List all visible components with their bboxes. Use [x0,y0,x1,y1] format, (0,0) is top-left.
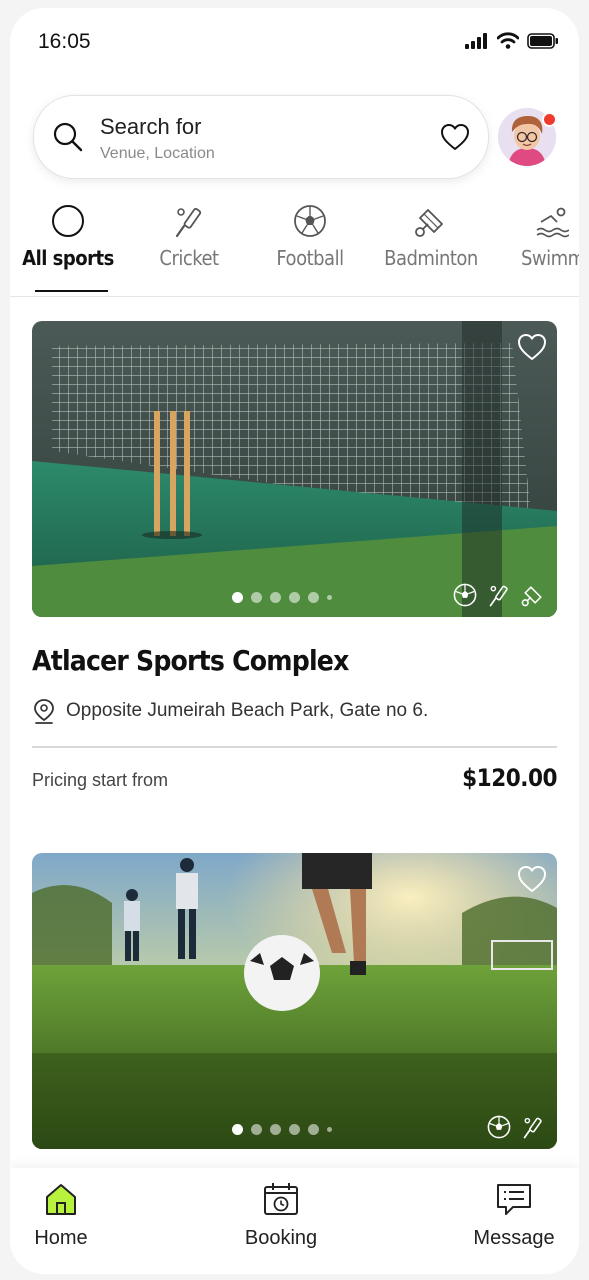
status-time: 16:05 [38,30,91,53]
divider [32,746,557,748]
active-tab-underline [35,290,108,292]
sport-category-tabs: All sports Cricket Football Badminton Sw… [10,196,579,297]
carousel-dots [232,592,332,603]
bottom-nav: Home Booking Message [10,1168,579,1274]
carousel-dots [232,1124,332,1135]
carousel-dot[interactable] [327,1127,332,1132]
carousel-dot[interactable] [308,1124,319,1135]
venue-address: Opposite Jumeirah Beach Park, Gate no 6. [32,698,428,724]
tab-swimming[interactable]: Swimmin [497,196,579,296]
cricket-bat-icon [523,1117,542,1139]
favorite-heart-icon[interactable] [517,865,547,893]
swimming-icon [536,207,569,238]
carousel-dot[interactable] [251,592,262,603]
carousel-dot[interactable] [251,1124,262,1135]
favorites-heart-icon[interactable] [440,123,470,151]
cricket-nets-photo [32,321,557,617]
search-title: Search for [100,114,202,139]
tab-label: Badminton [384,246,478,270]
cricket-bat-icon [489,585,508,607]
shuttlecock-icon [415,209,443,237]
favorite-heart-icon[interactable] [517,333,547,361]
nav-home[interactable]: Home [10,1182,121,1250]
signal-icon [465,32,487,49]
tab-label: Swimmin [521,246,579,270]
venue-name[interactable]: Atlacer Sports Complex [32,644,349,677]
status-bar: 16:05 [10,8,579,78]
venue-image-carousel[interactable] [32,321,557,617]
wifi-icon [497,32,519,49]
carousel-dot[interactable] [289,592,300,603]
tab-label: Cricket [159,246,219,270]
carousel-dot[interactable] [270,592,281,603]
venue-sport-icons [487,1115,545,1139]
nav-booking-label: Booking [244,1227,318,1249]
tab-label: Football [276,246,344,270]
tab-football[interactable]: Football [255,196,365,296]
football-icon [487,1115,511,1139]
carousel-dot[interactable] [289,1124,300,1135]
search-placeholder: Venue, Location [100,145,215,162]
cricket-bat-icon [175,207,202,238]
location-pin-icon [34,699,54,724]
home-icon [46,1184,76,1215]
app-screen: 16:05 Search for Venue, Location All spo… [10,8,579,1274]
tab-cricket[interactable]: Cricket [134,196,244,296]
nav-booking[interactable]: Booking [221,1182,341,1250]
tab-badminton[interactable]: Badminton [376,196,486,296]
tab-all-sports[interactable]: All sports [13,196,123,296]
football-icon [294,205,326,237]
venue-price: $120.00 [462,764,557,792]
carousel-dot[interactable] [232,1124,243,1135]
nav-message-label: Message [473,1227,555,1249]
search-icon [53,122,83,152]
message-icon [497,1184,531,1215]
nav-home-label: Home [34,1227,88,1249]
carousel-dot[interactable] [232,592,243,603]
search-bar[interactable]: Search for Venue, Location [33,95,489,179]
calendar-clock-icon [264,1183,298,1215]
carousel-dot[interactable] [327,595,332,600]
football-field-photo [32,853,557,1149]
status-icons [465,32,559,49]
carousel-dot[interactable] [308,592,319,603]
football-icon [453,583,477,607]
pricing-label: Pricing start from [32,770,169,790]
notification-dot [542,112,557,127]
venue-image-carousel[interactable] [32,853,557,1149]
shuttlecock-icon [521,586,542,607]
nav-message[interactable]: Message [454,1182,574,1250]
carousel-dot[interactable] [270,1124,281,1135]
venue-sport-icons [453,583,545,607]
venue-address-text: Opposite Jumeirah Beach Park, Gate no 6. [66,700,429,721]
battery-icon [527,32,558,49]
tab-label: All sports [22,246,114,270]
circle-icon [52,205,84,237]
